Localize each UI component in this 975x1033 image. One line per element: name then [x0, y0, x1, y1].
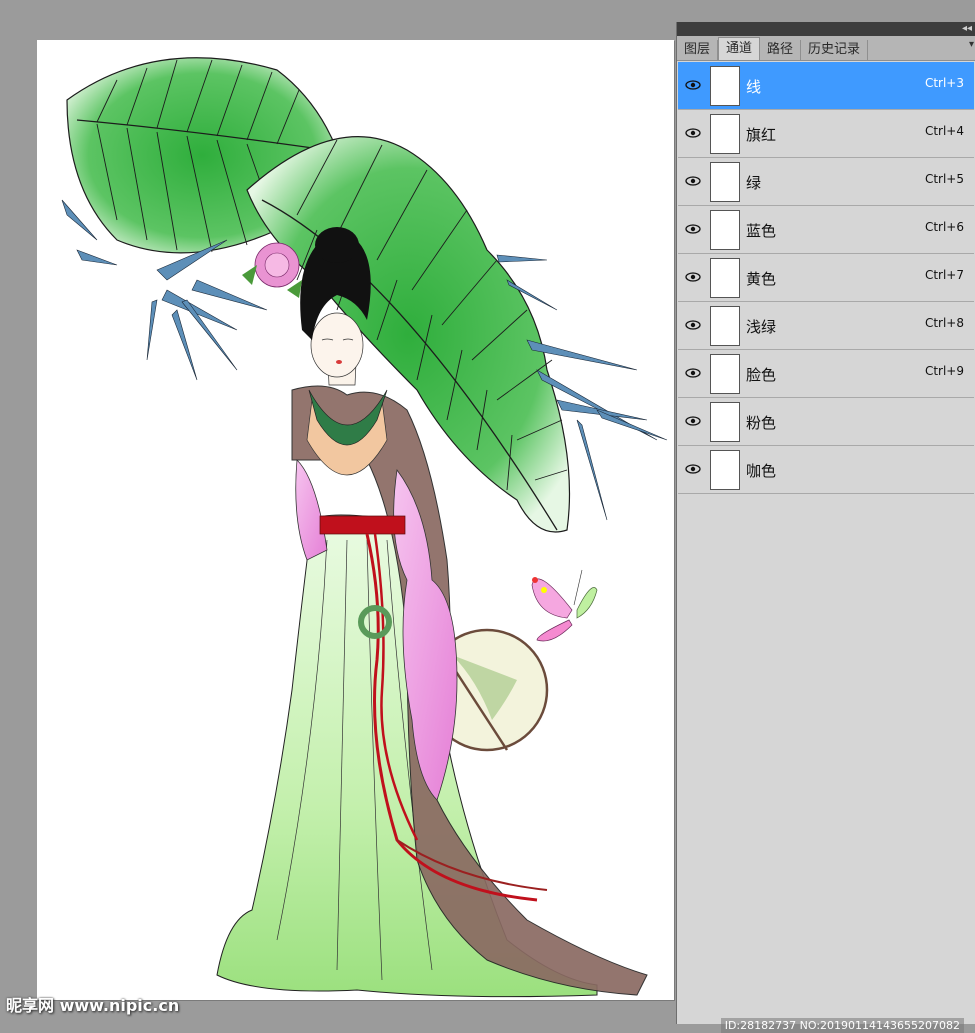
channel-name: 蓝色 [746, 222, 777, 240]
channel-row[interactable]: 蓝色 Ctrl+6 [678, 206, 974, 254]
eye-visibility-icon[interactable] [682, 364, 704, 382]
tab-history[interactable]: 历史记录 [801, 40, 869, 60]
channel-thumbnail [710, 258, 740, 298]
channel-name: 粉色 [746, 414, 777, 432]
channel-row[interactable]: 浅绿 Ctrl+8 [678, 302, 974, 350]
collapse-panel-icon[interactable]: ◂◂ [962, 22, 972, 36]
document-canvas[interactable] [37, 40, 674, 1000]
panel-menu-icon[interactable]: ▾ [969, 39, 974, 50]
panel-tab-bar: 图层 通道 路径 历史记录 ▾ [677, 36, 975, 61]
tab-layers[interactable]: 图层 [677, 40, 719, 60]
channel-row[interactable]: 咖色 [678, 446, 974, 494]
butterfly [531, 569, 598, 642]
channel-name: 线 [746, 78, 762, 96]
channel-row[interactable]: 粉色 [678, 398, 974, 446]
channel-name: 旗红 [746, 126, 777, 144]
channel-name: 黄色 [746, 270, 777, 288]
watermark-logo: 昵享网 www.nipic.cn [6, 996, 180, 1015]
channel-thumbnail [710, 402, 740, 442]
channel-thumbnail [710, 450, 740, 490]
eye-visibility-icon[interactable] [682, 268, 704, 286]
channel-thumbnail [710, 306, 740, 346]
eye-visibility-icon[interactable] [682, 124, 704, 142]
channel-thumbnail [710, 354, 740, 394]
channel-shortcut: Ctrl+4 [924, 124, 964, 138]
channel-name: 浅绿 [746, 318, 777, 336]
channel-row[interactable]: 旗红 Ctrl+4 [678, 110, 974, 158]
eye-visibility-icon[interactable] [682, 220, 704, 238]
eye-visibility-icon[interactable] [682, 412, 704, 430]
channel-row[interactable]: 线 Ctrl+3 [678, 62, 974, 110]
channel-shortcut: Ctrl+6 [924, 220, 964, 234]
channel-shortcut: Ctrl+3 [924, 76, 964, 90]
watermark-id: ID:28182737 NO:20190114143655207082 [720, 1018, 964, 1033]
panel-titlebar: ◂◂ [677, 22, 975, 36]
channel-shortcut: Ctrl+9 [924, 364, 964, 378]
tab-paths[interactable]: 路径 [760, 40, 802, 60]
eye-visibility-icon[interactable] [682, 316, 704, 334]
channel-shortcut: Ctrl+8 [924, 316, 964, 330]
channel-thumbnail [710, 210, 740, 250]
tab-channels[interactable]: 通道 [718, 37, 761, 60]
channel-name: 绿 [746, 174, 762, 192]
channels-panel: ◂◂ 图层 通道 路径 历史记录 ▾ 线 Ctrl+3 旗红 Ctrl+4 绿 … [676, 22, 975, 1033]
channel-thumbnail [710, 162, 740, 202]
channel-row[interactable]: 绿 Ctrl+5 [678, 158, 974, 206]
canvas-area: 昵享网 www.nipic.cn [0, 0, 676, 1024]
channel-shortcut: Ctrl+5 [924, 172, 964, 186]
channel-thumbnail [710, 114, 740, 154]
eye-visibility-icon[interactable] [682, 76, 704, 94]
channel-thumbnail [710, 66, 740, 106]
channel-name: 咖色 [746, 462, 777, 480]
channel-shortcut: Ctrl+7 [924, 268, 964, 282]
eye-visibility-icon[interactable] [682, 460, 704, 478]
channel-name: 脸色 [746, 366, 777, 384]
eye-visibility-icon[interactable] [682, 172, 704, 190]
channel-row[interactable]: 脸色 Ctrl+9 [678, 350, 974, 398]
channel-row[interactable]: 黄色 Ctrl+7 [678, 254, 974, 302]
artwork-illustration [61, 57, 668, 998]
